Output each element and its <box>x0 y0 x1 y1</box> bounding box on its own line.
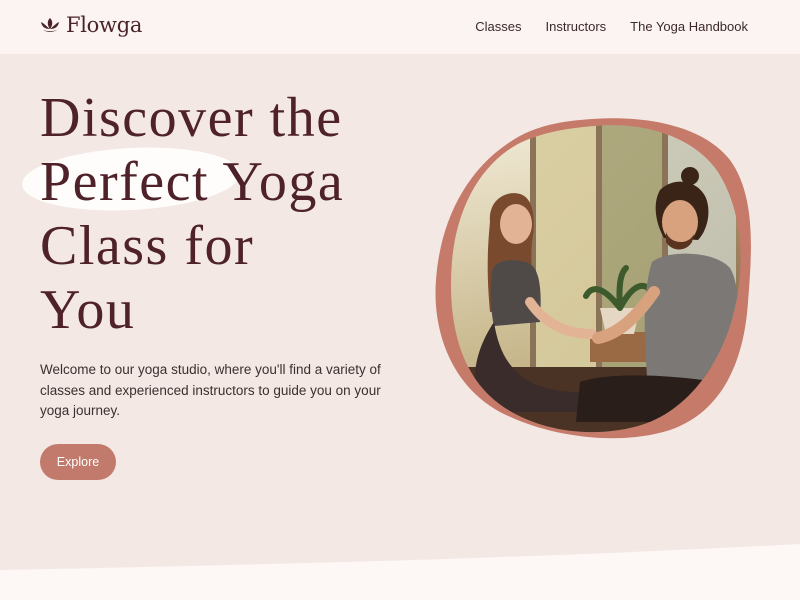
nav-link-yoga-handbook[interactable]: The Yoga Handbook <box>630 19 748 34</box>
bottom-wave-divider <box>0 544 800 600</box>
hero-title-line: You <box>40 279 136 341</box>
hero-title: Discover the Perfect Yoga Class for You <box>40 86 400 342</box>
yoga-couple-illustration <box>435 118 751 439</box>
nav-link-instructors[interactable]: Instructors <box>545 19 606 34</box>
brand-logo[interactable]: Flowga <box>40 13 142 37</box>
brand-name: Flowga <box>66 13 143 37</box>
site-header: Flowga Classes Instructors The Yoga Hand… <box>0 0 800 54</box>
nav-link-classes[interactable]: Classes <box>475 19 521 34</box>
main-nav: Classes Instructors The Yoga Handbook <box>475 19 748 34</box>
lotus-icon <box>41 18 59 32</box>
explore-button[interactable]: Explore <box>40 444 116 480</box>
hero-image <box>430 112 760 442</box>
hero-title-line: Discover the <box>40 87 343 149</box>
hero-description: Welcome to our yoga studio, where you'll… <box>40 362 381 418</box>
hero-title-line: Class for <box>40 215 255 277</box>
hero-title-line: Perfect Yoga <box>40 151 345 213</box>
